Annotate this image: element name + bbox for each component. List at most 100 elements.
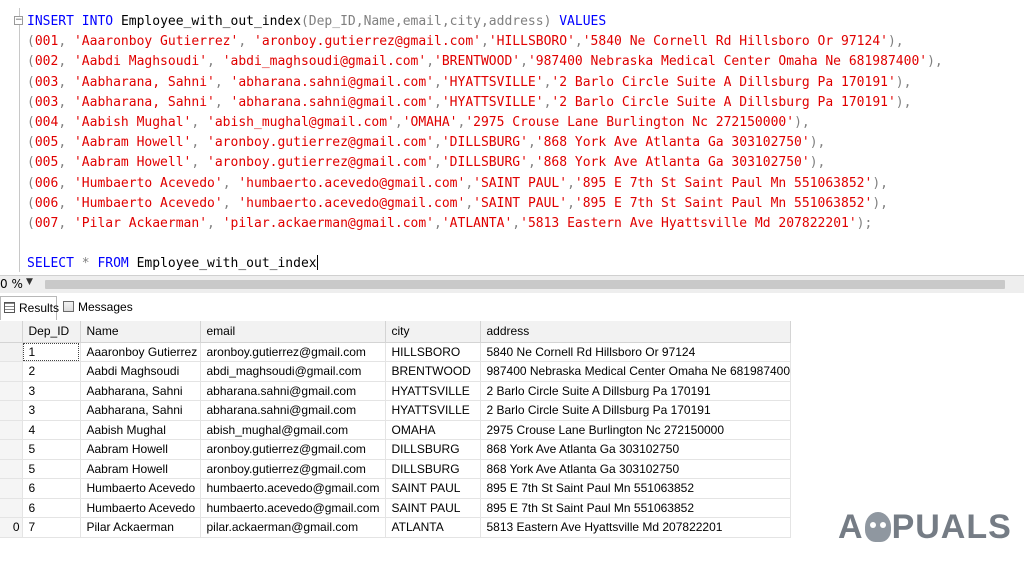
cell-city[interactable]: BRENTWOOD bbox=[385, 361, 481, 382]
cell-email[interactable]: pilar.ackaerman@gmail.com bbox=[200, 517, 386, 538]
value-id: 006 bbox=[34, 195, 59, 211]
cell-address[interactable]: 5813 Eastern Ave Hyattsville Md 20782220… bbox=[480, 517, 792, 538]
cell-email[interactable]: abharana.sahni@gmail.com bbox=[200, 400, 386, 421]
cell-city[interactable]: SAINT PAUL bbox=[385, 498, 481, 518]
cell-city[interactable]: HYATTSVILLE bbox=[385, 400, 481, 421]
table-row[interactable]: 5 Aabram Howell aronboy.gutierrez@gmail.co… bbox=[0, 439, 792, 460]
horizontal-scrollbar[interactable] bbox=[45, 280, 1005, 289]
query-editor[interactable]: − INSERT INTO Employee_with_out_index(De… bbox=[0, 0, 1024, 275]
cell-dep-id[interactable]: 2 bbox=[22, 361, 81, 382]
row-number[interactable] bbox=[0, 498, 23, 518]
value-address: '2 Barlo Circle Suite A Dillsburg Pa 170… bbox=[551, 94, 896, 110]
value-city: 'BRENTWOOD' bbox=[434, 54, 521, 70]
cell-email[interactable]: humbaerto.acevedo@gmail.com bbox=[200, 498, 386, 518]
column-header-address[interactable]: address bbox=[480, 321, 792, 343]
cell-city[interactable]: DILLSBURG bbox=[385, 439, 481, 460]
value-email: 'aronboy.gutierrez@gmail.com' bbox=[207, 135, 435, 151]
cell-address[interactable]: 868 York Ave Atlanta Ga 303102750 bbox=[480, 459, 792, 479]
value-suffix: ), bbox=[872, 195, 888, 211]
row-number[interactable] bbox=[0, 478, 23, 499]
table-row[interactable]: 6 Humbaerto Acevedo humbaerto.acevedo@gmai… bbox=[0, 478, 792, 499]
cell-name[interactable]: Humbaerto Acevedo bbox=[80, 498, 201, 518]
row-number[interactable] bbox=[0, 420, 23, 440]
cell-city[interactable]: ATLANTA bbox=[385, 517, 481, 538]
cell-address[interactable]: 2 Barlo Circle Suite A Dillsburg Pa 1701… bbox=[480, 400, 792, 421]
cell-name[interactable]: Humbaerto Acevedo bbox=[80, 478, 201, 499]
table-row[interactable]: 5 Aabram Howell aronboy.gutierrez@gmail.co… bbox=[0, 459, 792, 479]
cell-city[interactable]: HILLSBORO bbox=[385, 342, 481, 362]
cell-email[interactable]: abish_mughal@gmail.com bbox=[200, 420, 386, 440]
cell-name[interactable]: Aabram Howell bbox=[80, 439, 201, 460]
cell-city[interactable]: SAINT PAUL bbox=[385, 478, 481, 499]
value-sep: , bbox=[434, 94, 442, 110]
row-number[interactable] bbox=[0, 361, 23, 382]
cell-dep-id[interactable]: 6 bbox=[22, 498, 81, 518]
table-row[interactable]: 3 Aabharana, Sahni abharana.sahni@gmail.co… bbox=[0, 381, 792, 401]
cell-address[interactable]: 987400 Nebraska Medical Center Omaha Ne … bbox=[480, 361, 792, 382]
cell-address[interactable]: 895 E 7th St Saint Paul Mn 551063852 bbox=[480, 478, 792, 499]
cell-name[interactable]: Aabdi Maghsoudi bbox=[80, 361, 201, 382]
cell-name[interactable]: Aabram Howell bbox=[80, 459, 201, 479]
row-number[interactable] bbox=[0, 459, 23, 479]
messages-icon bbox=[63, 301, 74, 312]
value-name: 'Pilar Ackaerman' bbox=[73, 216, 208, 231]
table-row[interactable]: 3 Aabharana, Sahni abharana.sahni@gmail.co… bbox=[0, 400, 792, 421]
cell-name[interactable]: Aabharana, Sahni bbox=[80, 381, 201, 401]
column-header-dep-id[interactable]: Dep_ID bbox=[22, 321, 81, 343]
results-grid[interactable]: Dep_ID Name email city address 1 Aaaronbo… bbox=[0, 321, 792, 538]
cell-name[interactable]: Aaaronboy Gutierrez bbox=[80, 342, 201, 362]
cell-dep-id[interactable]: 3 bbox=[22, 381, 81, 401]
cell-email[interactable]: aronboy.gutierrez@gmail.com bbox=[200, 439, 386, 460]
column-header-email[interactable]: email bbox=[200, 321, 386, 343]
watermark-logo: A PUALS bbox=[838, 508, 1012, 547]
cell-dep-id[interactable]: 1 bbox=[22, 342, 81, 362]
cell-dep-id[interactable]: 4 bbox=[22, 420, 81, 440]
cell-name[interactable]: Aabish Mughal bbox=[80, 420, 201, 440]
column-header-name[interactable]: Name bbox=[80, 321, 201, 343]
tab-results[interactable]: Results bbox=[0, 296, 59, 320]
table-row[interactable]: 0 7 Pilar Ackaerman pilar.ackaerman@gmail.c… bbox=[0, 517, 792, 538]
value-id: 005 bbox=[34, 155, 59, 171]
row-number[interactable] bbox=[0, 381, 23, 401]
cell-email[interactable]: abdi_maghsoudi@gmail.com bbox=[200, 361, 386, 382]
cell-name[interactable]: Aabharana, Sahni bbox=[80, 400, 201, 421]
cell-address[interactable]: 868 York Ave Atlanta Ga 303102750 bbox=[480, 439, 792, 460]
cell-name[interactable]: Pilar Ackaerman bbox=[80, 517, 201, 538]
row-number[interactable] bbox=[0, 439, 23, 460]
row-number[interactable] bbox=[0, 400, 23, 421]
cell-dep-id[interactable]: 7 bbox=[22, 517, 81, 538]
cell-city[interactable]: HYATTSVILLE bbox=[385, 381, 481, 401]
cell-address[interactable]: 895 E 7th St Saint Paul Mn 551063852 bbox=[480, 498, 792, 518]
tab-messages[interactable]: Messages bbox=[60, 296, 144, 320]
row-number[interactable]: 0 bbox=[0, 517, 23, 538]
column-header-city[interactable]: city bbox=[385, 321, 481, 343]
table-row[interactable]: 1 Aaaronboy Gutierrez aronboy.gutierrez@gm… bbox=[0, 342, 792, 362]
row-header-corner[interactable] bbox=[0, 321, 23, 343]
cell-address[interactable]: 2 Barlo Circle Suite A Dillsburg Pa 1701… bbox=[480, 381, 792, 401]
cell-email[interactable]: humbaerto.acevedo@gmail.com bbox=[200, 478, 386, 499]
value-sep: , bbox=[426, 54, 435, 70]
value-name: 'Aaaronboy Gutierrez' bbox=[73, 34, 239, 50]
value-name: 'Aabharana, Sahni' bbox=[73, 74, 215, 90]
cell-dep-id[interactable]: 6 bbox=[22, 478, 81, 499]
cell-email[interactable]: aronboy.gutierrez@gmail.com bbox=[200, 342, 386, 362]
cell-address[interactable]: 2975 Crouse Lane Burlington Nc 272150000 bbox=[480, 420, 792, 440]
value-email: 'pilar.ackaerman@gmail.com' bbox=[222, 216, 435, 231]
cell-dep-id[interactable]: 5 bbox=[22, 459, 81, 479]
cell-dep-id[interactable]: 5 bbox=[22, 439, 81, 460]
zoom-level[interactable]: 0 % bbox=[0, 277, 23, 291]
row-number[interactable] bbox=[0, 342, 23, 362]
table-row[interactable]: 2 Aabdi Maghsoudi abdi_maghsoudi@gmail.com… bbox=[0, 361, 792, 382]
cell-city[interactable]: DILLSBURG bbox=[385, 459, 481, 479]
cell-city[interactable]: OMAHA bbox=[385, 420, 481, 440]
table-row[interactable]: 4 Aabish Mughal abish_mughal@gmail.com OMAH… bbox=[0, 420, 792, 440]
value-address: '5840 Ne Cornell Rd Hillsboro Or 97124' bbox=[582, 34, 888, 50]
cell-address[interactable]: 5840 Ne Cornell Rd Hillsboro Or 97124 bbox=[480, 342, 792, 362]
cell-dep-id[interactable]: 3 bbox=[22, 400, 81, 421]
zoom-dropdown-icon[interactable]: ▼ bbox=[26, 277, 33, 287]
collapse-icon[interactable]: − bbox=[14, 16, 23, 25]
cell-email[interactable]: aronboy.gutierrez@gmail.com bbox=[200, 459, 386, 479]
value-name: 'Humbaerto Acevedo' bbox=[73, 175, 223, 191]
table-row[interactable]: 6 Humbaerto Acevedo humbaerto.acevedo@gmai… bbox=[0, 498, 792, 518]
cell-email[interactable]: abharana.sahni@gmail.com bbox=[200, 381, 386, 401]
